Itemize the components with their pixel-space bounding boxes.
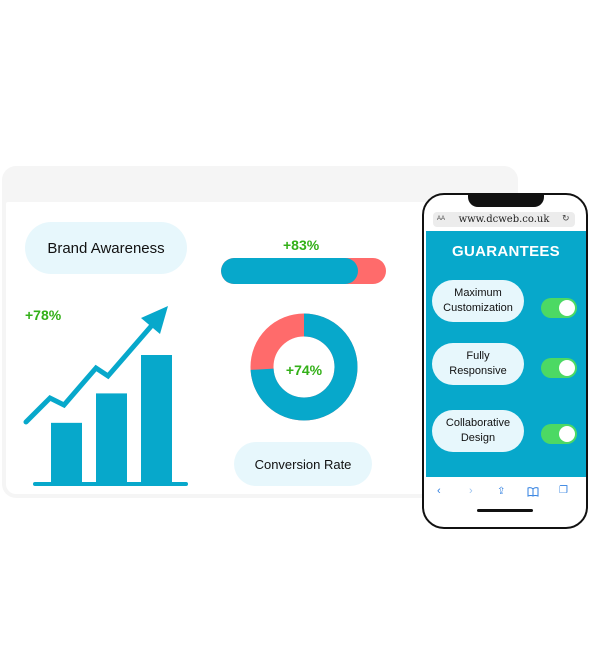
donut-percent: +74%	[285, 362, 323, 378]
tabs-icon[interactable]: ❐	[559, 485, 568, 496]
brand-awareness-pill: Brand Awareness	[25, 222, 187, 274]
guarantee-option-line1: Maximum	[454, 287, 502, 299]
toggle-knob	[559, 360, 575, 376]
guarantee-option-line2: Responsive	[449, 365, 507, 377]
guarantee-option-line1: Fully	[466, 350, 490, 362]
brand-awareness-label: Brand Awareness	[47, 239, 165, 257]
guarantee-option-line1: Collaborative	[445, 417, 511, 429]
progress-percent: +83%	[283, 237, 320, 253]
toggle-knob	[559, 300, 575, 316]
growth-percent: +78%	[25, 307, 62, 323]
share-icon[interactable]: ⇪	[497, 486, 505, 497]
back-icon[interactable]: ‹	[437, 485, 441, 497]
guarantees-heading: GUARANTEES	[451, 243, 560, 260]
bookmarks-glyph	[527, 487, 539, 497]
guarantee-toggle[interactable]	[541, 358, 577, 378]
guarantee-option-line2: Customization	[443, 302, 513, 314]
guarantee-option: Maximum Customization	[432, 280, 524, 322]
conversion-rate-pill: Conversion Rate	[234, 442, 372, 486]
bookmarks-icon[interactable]	[527, 487, 539, 499]
guarantee-toggle[interactable]	[541, 424, 577, 444]
progress-bar	[221, 258, 386, 284]
guarantee-option: Collaborative Design	[432, 410, 524, 452]
forward-icon[interactable]: ›	[469, 485, 473, 497]
guarantee-toggle[interactable]	[541, 298, 577, 318]
home-indicator[interactable]	[477, 509, 533, 512]
toggle-knob	[559, 426, 575, 442]
phone-notch	[468, 195, 544, 207]
text-size-icon[interactable]: AA	[437, 216, 445, 222]
reload-icon[interactable]: ↻	[562, 213, 570, 224]
progress-bar-fill	[221, 258, 358, 284]
guarantee-option-line2: Design	[460, 432, 496, 444]
conversion-rate-label: Conversion Rate	[254, 456, 352, 472]
guarantee-option: Fully Responsive	[432, 343, 524, 385]
phone-url[interactable]: www.dcweb.co.uk	[445, 214, 563, 225]
